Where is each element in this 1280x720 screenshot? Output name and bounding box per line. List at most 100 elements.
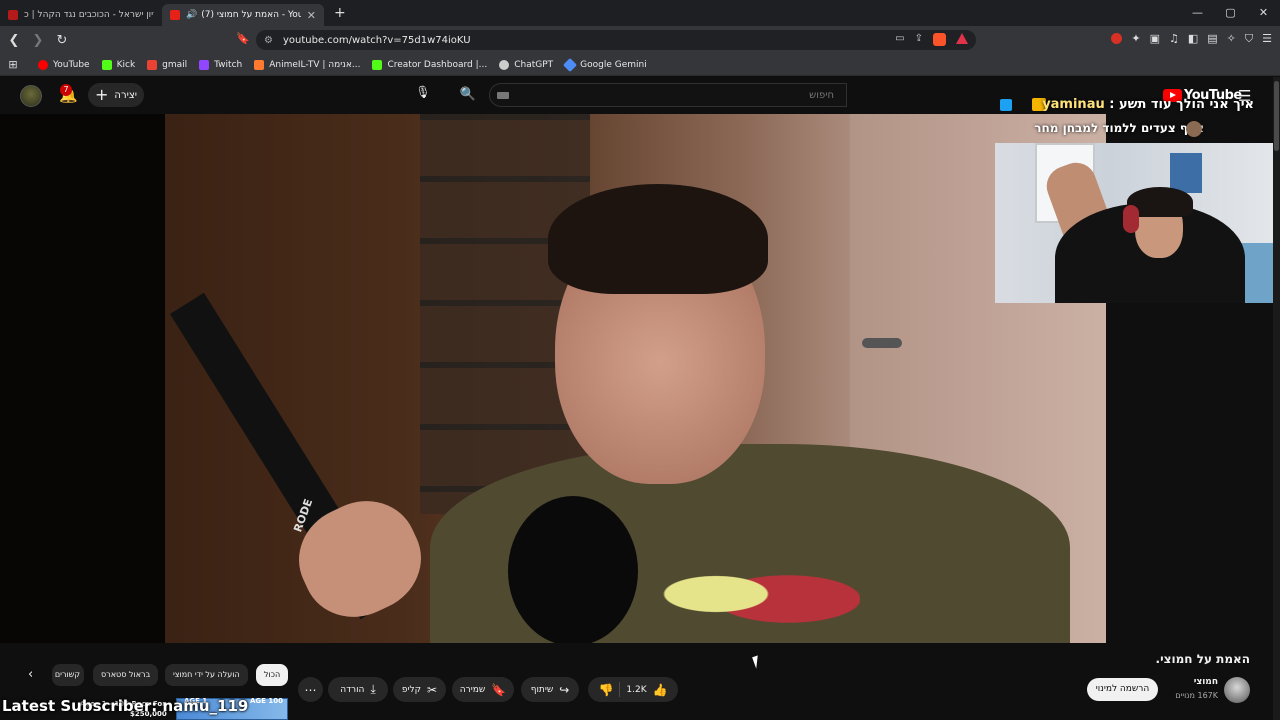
window-controls: — ▢ ✕: [1181, 0, 1280, 26]
forward-button[interactable]: ❯: [28, 33, 48, 48]
voice-search-icon[interactable]: 🎙: [413, 85, 433, 105]
anime-icon: [254, 59, 265, 70]
browser-tab-youtube[interactable]: 🔊 (7) האמת על חמוצי - YouTube ✕: [162, 4, 324, 26]
tab-title: (7) האמת על חמוצי - YouTube: [201, 10, 301, 20]
clip-button[interactable]: ✂ קליפ: [393, 677, 446, 702]
chip-uploaded-by-channel[interactable]: הועלה על ידי חמוצי: [165, 664, 248, 686]
screenshot-icon[interactable]: ▣: [1150, 32, 1160, 46]
notifications-count-badge: 7: [60, 84, 72, 96]
extensions-toolbar: ✦ ▣ ♫ ◧ ▤ ✧ ⛉ ☰: [1111, 32, 1272, 46]
game-age-end: AGE 100: [250, 697, 283, 705]
bookmark-animeil[interactable]: AnimeIL-TV | אנימה...: [254, 59, 360, 70]
save-button[interactable]: 🔖 שמירה: [452, 677, 514, 702]
extensions-puzzle-icon[interactable]: ✦: [1131, 32, 1140, 46]
url-bar-actions: ▭ ⇪: [895, 33, 968, 46]
browser-tab-strip: אירוויזיון ישראל - הכוכבים נגד הקהל | כ.…: [0, 0, 1280, 26]
back-button[interactable]: ❮: [4, 33, 24, 48]
overlay-badge-icon: [1000, 99, 1012, 111]
bookmark-youtube[interactable]: YouTube: [38, 59, 90, 70]
chip-all[interactable]: הכול: [256, 664, 289, 686]
bookmarks-bar: ⊞ YouTube Kick gmail Twitch AnimeIL-TV |…: [0, 54, 1280, 76]
address-bar-row: ❮ ❯ ↻ 🔖 ⚙ youtube.com/watch?v=75d1w74ioK…: [0, 26, 1280, 54]
video-shirt-print: [620, 544, 860, 643]
bookmark-kick[interactable]: Kick: [101, 59, 135, 70]
cast-icon[interactable]: ▭: [895, 33, 904, 46]
download-label: הורדה: [340, 684, 365, 695]
vpn-shield-icon[interactable]: ⛉: [1245, 32, 1253, 46]
overlay-emote-icon: [1186, 121, 1202, 137]
share-page-icon[interactable]: ⇪: [915, 33, 923, 46]
gmail-icon: [147, 59, 158, 70]
save-label: שמירה: [459, 684, 486, 695]
chips-prev-chevron-icon[interactable]: ‹: [28, 667, 33, 682]
bookmark-chatgpt[interactable]: ChatGPT: [499, 59, 553, 70]
download-button[interactable]: ⤓ הורדה: [328, 677, 388, 702]
chip-brawl-stars[interactable]: בראול סטארס: [93, 664, 159, 686]
page-scrollbar[interactable]: [1273, 77, 1280, 720]
create-button[interactable]: + יצירה: [88, 83, 144, 107]
browser-tab-eurovision[interactable]: אירוויזיון ישראל - הכוכבים נגד הקהל | כ.…: [0, 4, 162, 26]
video-microphone: [508, 496, 638, 643]
gemini-icon: [563, 57, 578, 72]
tab-title: אירוויזיון ישראל - הכוכבים נגד הקהל | כ.…: [24, 10, 154, 20]
bookmark-twitch[interactable]: Twitch: [199, 59, 242, 70]
search-input[interactable]: [489, 83, 847, 107]
bookmark-gmail[interactable]: gmail: [147, 59, 187, 70]
video-person-hair: [548, 184, 768, 294]
overlay-chat-line-2: אלף צעדים ללמוד למבחן מחר: [1034, 121, 1204, 135]
minimize-button[interactable]: —: [1181, 0, 1214, 26]
speaker-icon[interactable]: 🔊: [186, 10, 197, 20]
chip-related[interactable]: קשורים: [52, 664, 84, 686]
download-icon: ⤓: [370, 682, 376, 696]
close-tab-icon[interactable]: ✕: [307, 9, 316, 22]
apps-grid-icon[interactable]: ⊞: [0, 58, 26, 71]
more-actions-button[interactable]: ⋯: [298, 677, 323, 702]
dislike-icon[interactable]: 👎: [598, 683, 613, 697]
scrollbar-thumb[interactable]: [1274, 81, 1279, 151]
latest-subscriber-overlay: Latest Subscriber: namu_119: [2, 697, 249, 715]
channel-name[interactable]: חמוצי: [1194, 677, 1218, 687]
plus-icon: +: [95, 85, 109, 104]
scissors-icon: ✂: [427, 682, 438, 697]
site-info-icon[interactable]: ⚙: [264, 35, 273, 46]
bookmark-gemini[interactable]: Google Gemini: [563, 57, 647, 72]
overlay-username: yaminau: [1042, 97, 1105, 112]
streamer-webcam: [995, 143, 1280, 303]
account-avatar[interactable]: [20, 85, 42, 107]
search-button[interactable]: 🔍: [449, 83, 487, 107]
url-bar[interactable]: ⚙ youtube.com/watch?v=75d1w74ioKU ▭ ⇪: [256, 30, 976, 50]
overlay-chat-line-1: איך אני הולך עוד תשע : yaminau: [1042, 97, 1254, 112]
bookmark-page-icon[interactable]: 🔖: [236, 32, 250, 45]
record-extension-icon[interactable]: [1111, 33, 1123, 44]
save-bookmark-icon: 🔖: [491, 682, 507, 697]
brave-rewards-icon[interactable]: [956, 33, 968, 44]
video-player[interactable]: RODE: [0, 114, 1106, 643]
share-button[interactable]: ↪ שיתוף: [521, 677, 579, 702]
share-icon: ↪: [559, 682, 570, 697]
music-icon[interactable]: ♫: [1169, 32, 1179, 46]
video-title: האמת על חמוצי.: [1155, 652, 1250, 666]
browser-menu-icon[interactable]: ☰: [1262, 32, 1272, 46]
video-dark-region: [0, 114, 165, 643]
clip-label: קליפ: [401, 684, 422, 695]
subscribe-button[interactable]: הרשמה למינוי: [1087, 678, 1158, 701]
bookmark-creator-dashboard[interactable]: Creator Dashboard |...: [372, 59, 487, 70]
like-count[interactable]: 1.2K: [626, 685, 646, 695]
youtube-icon: [38, 59, 48, 70]
channel-subscriber-count: 167K מנויים: [1175, 691, 1218, 700]
wallet-icon[interactable]: ▤: [1207, 32, 1217, 46]
overlay-message: איך אני הולך עוד תשע :: [1109, 97, 1254, 112]
sidebar-icon[interactable]: ◧: [1188, 32, 1198, 46]
leo-ai-icon[interactable]: ✧: [1227, 32, 1236, 46]
keyboard-icon[interactable]: [497, 92, 509, 99]
youtube-favicon-icon: [170, 10, 180, 20]
maximize-button[interactable]: ▢: [1214, 0, 1247, 26]
share-label: שיתוף: [530, 684, 554, 695]
new-tab-button[interactable]: +: [334, 5, 346, 21]
url-text[interactable]: youtube.com/watch?v=75d1w74ioKU: [283, 35, 471, 46]
like-icon[interactable]: 👍: [653, 683, 668, 697]
channel-avatar[interactable]: [1224, 677, 1250, 703]
close-window-button[interactable]: ✕: [1247, 0, 1280, 26]
reload-button[interactable]: ↻: [52, 33, 72, 48]
brave-shield-icon[interactable]: [933, 33, 946, 46]
